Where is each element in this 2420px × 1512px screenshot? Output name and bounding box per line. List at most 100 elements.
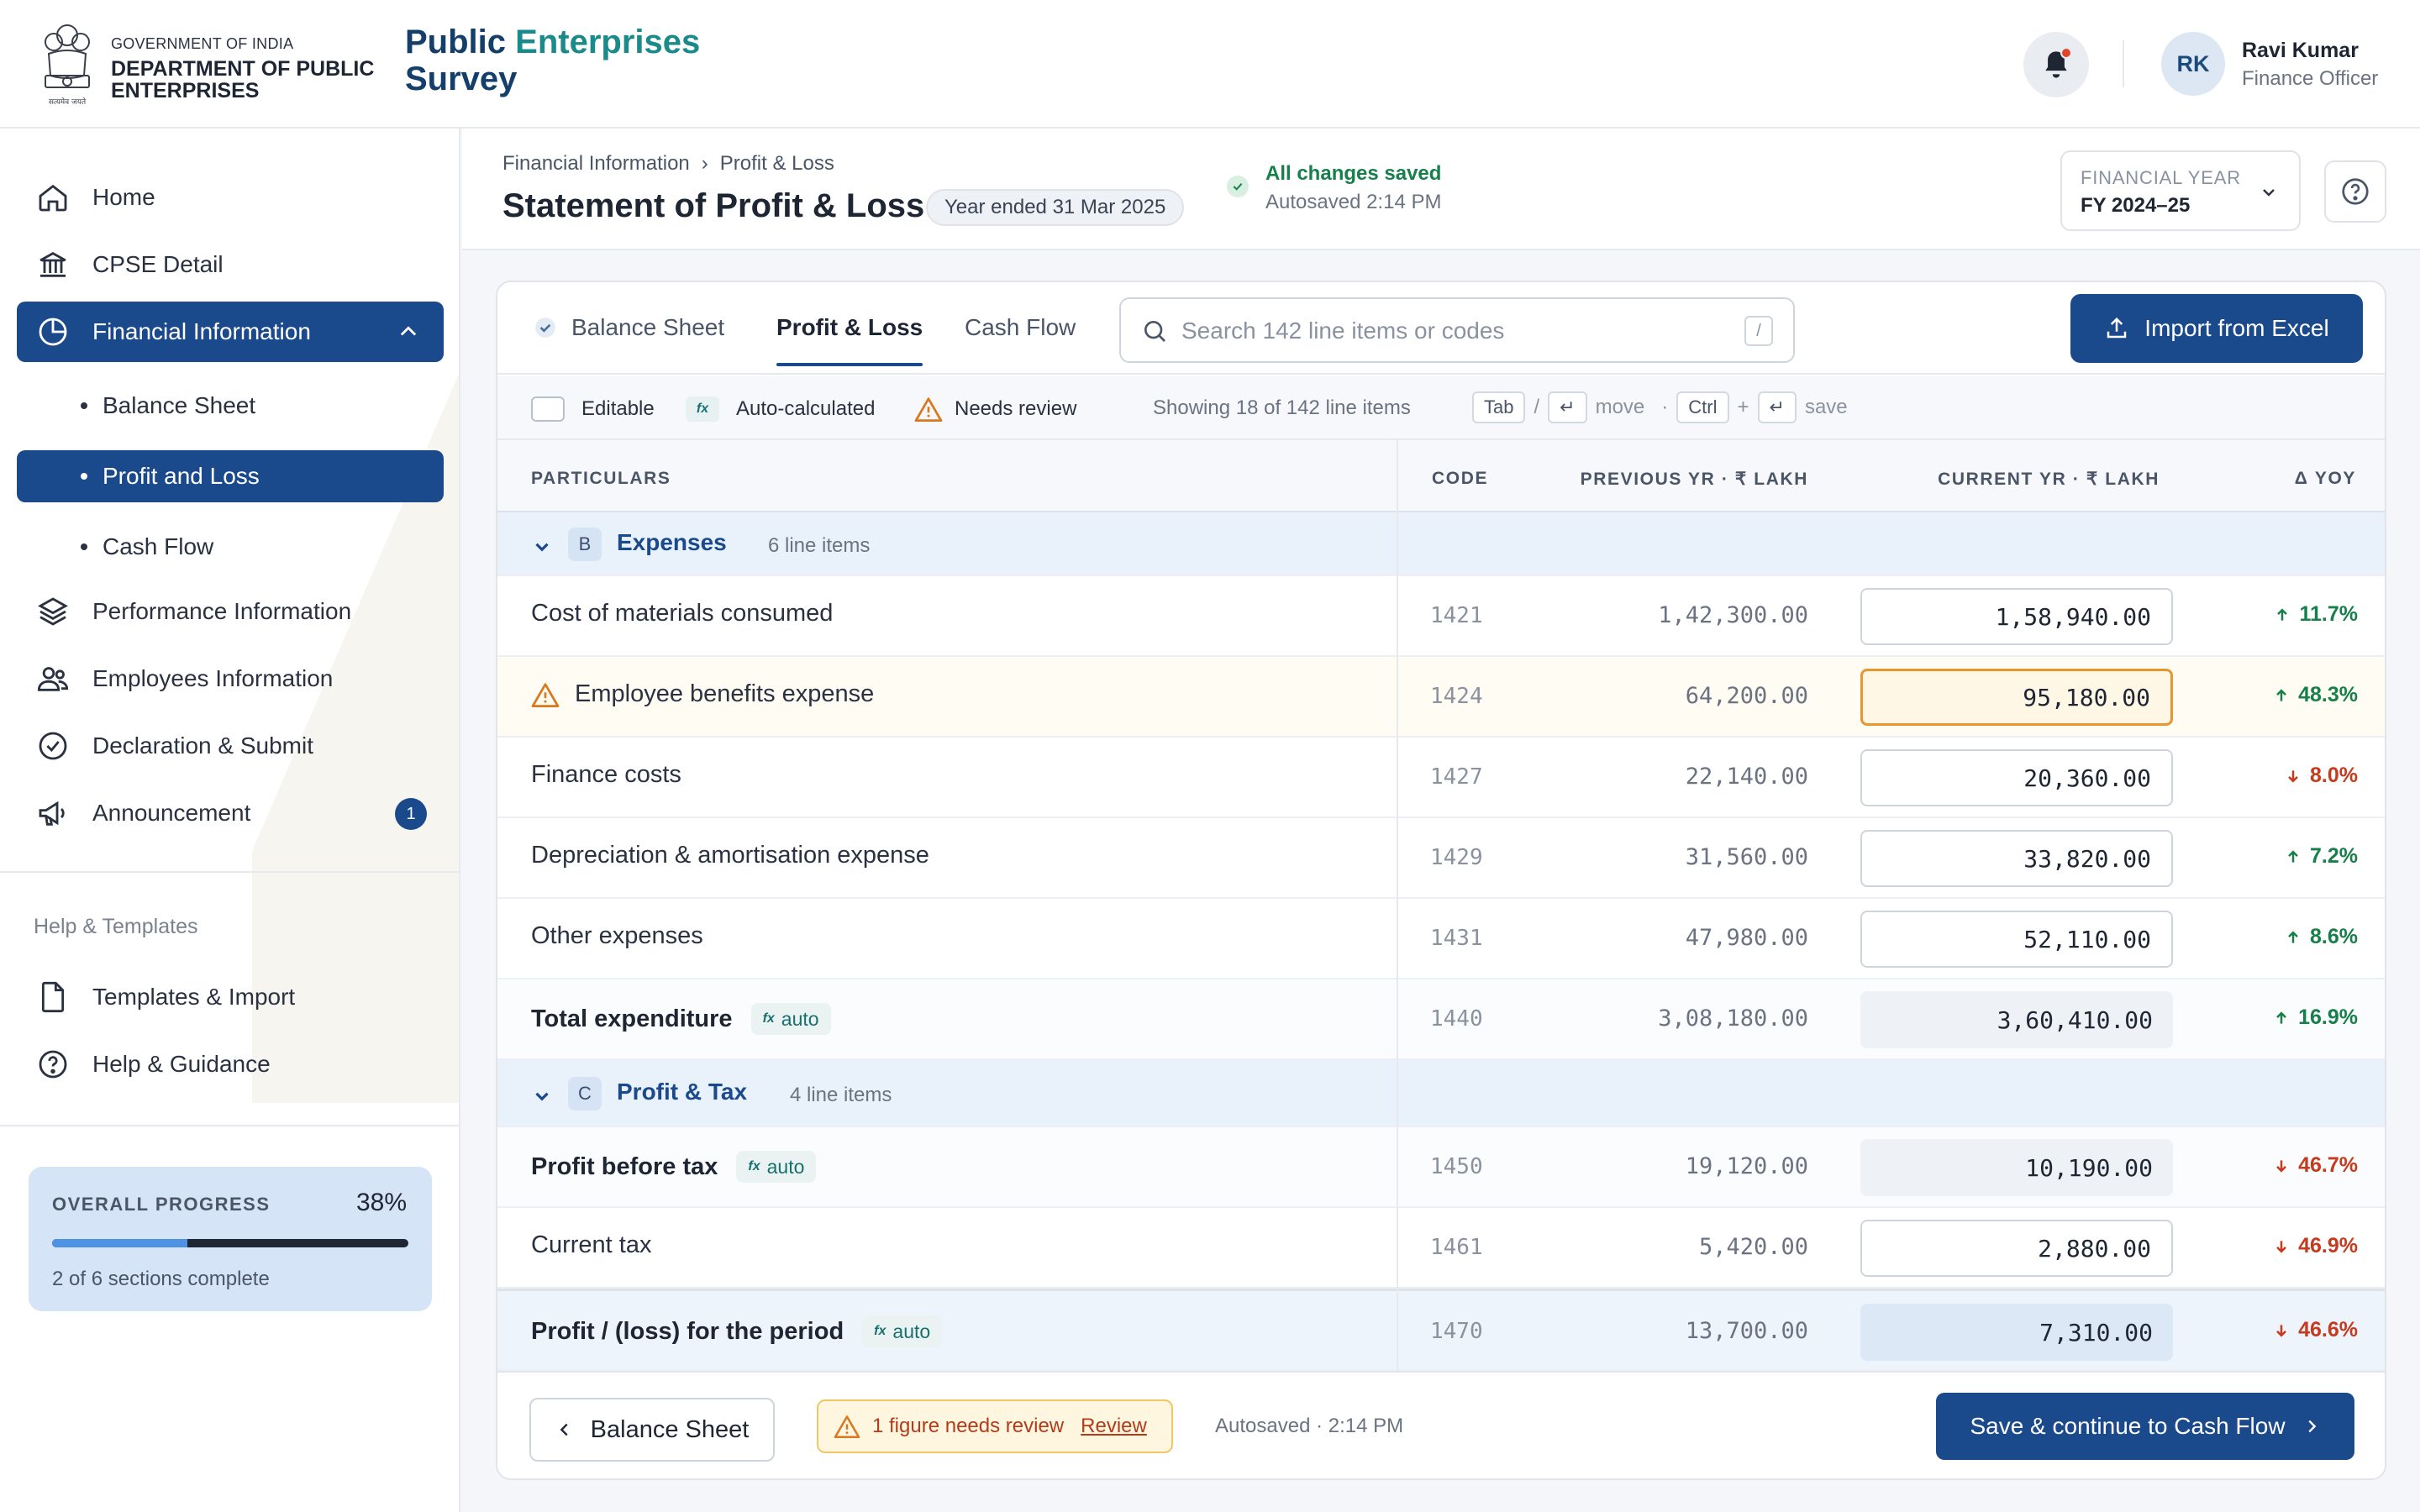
row-yoy-change: 7.2% [2285, 844, 2358, 869]
home-icon [34, 178, 72, 217]
table-row: Current tax 1461 5,420.00 2,880.00 46.9% [497, 1208, 2385, 1289]
back-label: Balance Sheet [590, 1415, 750, 1443]
back-to-balance-sheet-button[interactable]: Balance Sheet [529, 1398, 775, 1462]
row-current-value-input[interactable]: 2,880.00 [1860, 1220, 2173, 1277]
tab-cash-flow[interactable]: Cash Flow [965, 314, 1076, 341]
row-current-value-computed: 3,60,410.00 [1860, 991, 2173, 1048]
review-link[interactable]: Review [1081, 1415, 1147, 1438]
tab-profit-loss[interactable]: Profit & Loss [776, 314, 923, 366]
import-from-excel-button[interactable]: Import from Excel [2070, 294, 2363, 363]
app-brand[interactable]: Public Enterprises Survey [405, 24, 700, 97]
active-tab-indicator [776, 363, 923, 366]
arrow-up-icon [2288, 930, 2298, 943]
sidebar-item-label: Employees Information [92, 665, 334, 691]
breadcrumb-item-financial-information[interactable]: Financial Information [502, 152, 690, 175]
arrow-down-icon [2276, 1159, 2286, 1173]
row-current-value-input[interactable]: 95,180.00 [1860, 669, 2173, 726]
year-pill: Year ended 31 Mar 2025 [926, 189, 1185, 226]
sidebar-subitem-profit-and-loss[interactable]: Profit and Loss [17, 450, 444, 502]
save-continue-button[interactable]: Save & continue to Cash Flow [1936, 1393, 2354, 1460]
footer-autosave: Autosaved · 2:14 PM [1215, 1415, 1404, 1437]
sidebar-item-employees-information[interactable]: Employees Information [17, 648, 444, 709]
legend-label: Needs review [955, 397, 1077, 420]
sidebar-item-declaration-submit[interactable]: Declaration & Submit [17, 716, 444, 776]
progress-bar [52, 1239, 408, 1247]
search-input[interactable] [1181, 314, 1719, 348]
help-button[interactable] [2324, 160, 2386, 223]
row-name: Other expenses [531, 922, 703, 949]
megaphone-icon [34, 794, 72, 832]
sidebar-item-performance-information[interactable]: Performance Information [17, 581, 444, 642]
row-current-value-input[interactable]: 52,110.00 [1860, 911, 2173, 968]
auto-calc-chip: fx auto [862, 1315, 943, 1347]
file-icon [34, 978, 72, 1016]
row-particular: Employee benefits expense [531, 680, 874, 708]
row-current-value-input[interactable]: 1,58,940.00 [1860, 588, 2173, 645]
auto-calc-chip: fx auto [750, 1003, 831, 1035]
user-name: Ravi Kumar [2242, 39, 2359, 62]
search-box[interactable]: / [1119, 297, 1795, 363]
row-current-value-computed: 10,190.00 [1860, 1139, 2173, 1196]
sidebar-item-financial-information[interactable]: Financial Information [17, 302, 444, 362]
yoy-value: 48.3% [2298, 683, 2358, 706]
col-code: CODE [1432, 469, 1489, 488]
page-title: Statement of Profit & Loss [502, 187, 925, 224]
col-yoy: Δ YOY [2294, 469, 2356, 488]
row-particular: Cost of materials consumed [531, 600, 833, 627]
fx-icon: fx [748, 1159, 760, 1173]
progress-summary: 2 of 6 sections complete [52, 1268, 270, 1290]
chevron-down-icon[interactable] [531, 1085, 553, 1107]
sidebar: Home CPSE Detail Financial Information B… [0, 129, 460, 1512]
row-code: 1470 [1430, 1319, 1483, 1344]
row-code: 1431 [1430, 926, 1483, 951]
sidebar-subitem-label: Cash Flow [103, 533, 214, 559]
financial-year-select[interactable]: FINANCIAL YEAR FY 2024–25 [2060, 150, 2301, 231]
hint-move: move [1595, 396, 1645, 418]
tab-balance-sheet[interactable]: Balance Sheet [534, 314, 724, 341]
sidebar-item-templates-import[interactable]: Templates & Import [17, 967, 444, 1027]
breadcrumb-item-profit-loss[interactable]: Profit & Loss [720, 152, 834, 175]
sidebar-subitem-label: Profit and Loss [103, 463, 260, 489]
sidebar-item-label: Performance Information [92, 598, 352, 624]
row-particular: Total expenditure fx auto [531, 1003, 831, 1035]
sidebar-item-label: Announcement [92, 800, 251, 826]
import-label: Import from Excel [2144, 315, 2329, 341]
sidebar-item-help-guidance[interactable]: Help & Guidance [17, 1034, 444, 1095]
row-previous-value: 22,140.00 [1685, 764, 1808, 790]
sidebar-item-home[interactable]: Home [17, 167, 444, 228]
progress-percent: 38% [355, 1189, 407, 1216]
check-icon [1227, 176, 1249, 197]
tab-label: Balance Sheet [571, 314, 725, 340]
hint-slash: / [1534, 396, 1540, 418]
row-current-value-input[interactable]: 33,820.00 [1860, 830, 2173, 887]
row-current-value-input[interactable]: 20,360.00 [1860, 749, 2173, 806]
group-name: Expenses [617, 529, 727, 555]
layers-icon [34, 592, 72, 631]
brand-word-2: Enterprises [515, 24, 701, 60]
hint-save: save [1804, 396, 1848, 418]
sidebar-subitem-cash-flow[interactable]: Cash Flow [17, 521, 444, 573]
table-row: Total expenditure fx auto 1440 3,08,180.00 3,… [497, 979, 2385, 1060]
sidebar-item-label: Declaration & Submit [92, 732, 314, 759]
enter-key: ↵ [1757, 391, 1797, 423]
sidebar-item-announcement[interactable]: Announcement 1 [17, 783, 444, 843]
pie-chart-icon [34, 312, 72, 351]
row-previous-value: 1,42,300.00 [1658, 602, 1808, 628]
arrow-up-icon [2276, 1011, 2286, 1024]
table-row: Profit before tax fx auto 1450 19,120.00 10,1… [497, 1127, 2385, 1208]
national-emblem-logo: सत्यमेव जयते [45, 24, 90, 107]
notification-dot [2060, 47, 2072, 59]
arrow-up-icon [2288, 849, 2298, 863]
ctrl-key: Ctrl [1676, 391, 1729, 423]
sidebar-item-cpse-detail[interactable]: CPSE Detail [17, 234, 444, 295]
editable-swatch [531, 396, 565, 422]
brand-word-3: Survey [405, 60, 518, 97]
row-code: 1424 [1430, 684, 1483, 709]
sidebar-subitem-label: Balance Sheet [103, 392, 256, 418]
table-row: Profit / (loss) for the period fx auto 1470… [497, 1289, 2385, 1371]
avatar[interactable]: RK [2161, 32, 2225, 96]
chevron-down-icon[interactable] [531, 536, 553, 558]
sidebar-subitem-balance-sheet[interactable]: Balance Sheet [17, 380, 444, 432]
review-text: 1 figure needs review [872, 1415, 1065, 1437]
notifications-button[interactable] [2023, 32, 2089, 97]
